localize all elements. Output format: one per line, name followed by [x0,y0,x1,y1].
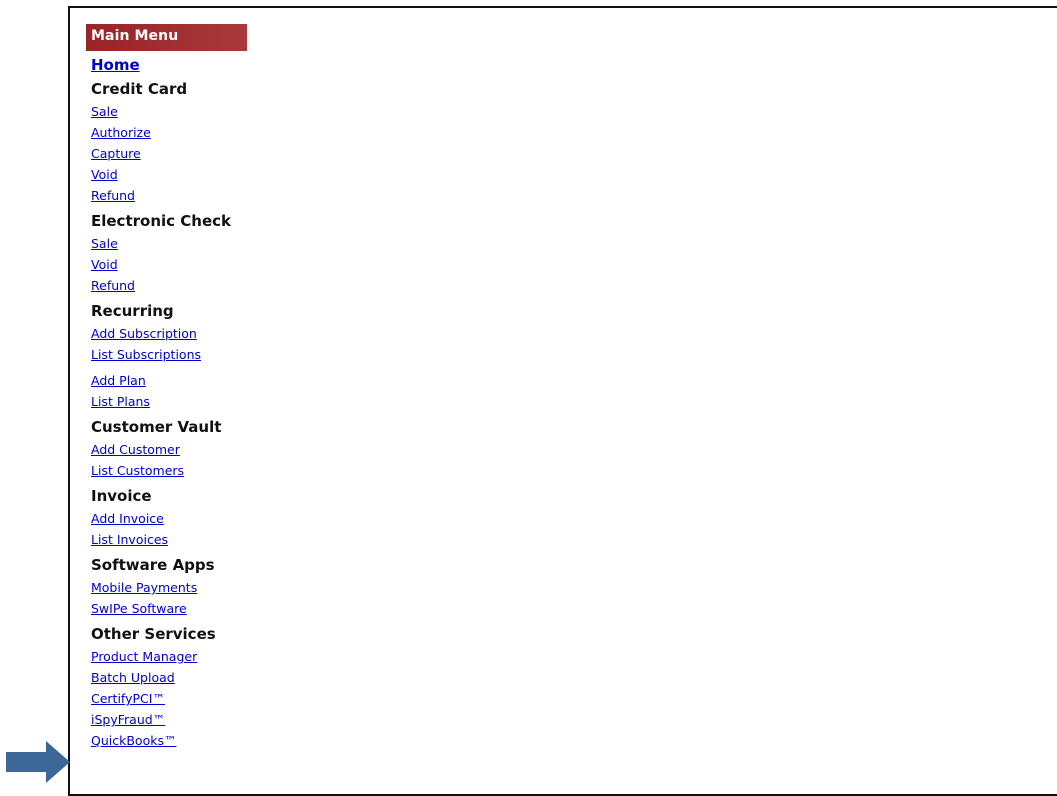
section-software-apps: Software Apps Mobile Payments SwIPe Soft… [91,556,256,619]
list-plans-link[interactable]: List Plans [91,391,256,412]
add-customer-link[interactable]: Add Customer [91,439,256,460]
credit-card-void-link[interactable]: Void [91,164,256,185]
add-invoice-link[interactable]: Add Invoice [91,508,256,529]
section-customer-vault: Customer Vault Add Customer List Custome… [91,418,256,481]
echeck-void-link[interactable]: Void [91,254,256,275]
main-menu: Main Menu Home Credit Card Sale Authoriz… [86,24,256,751]
quickbooks-link[interactable]: QuickBooks™ [91,730,256,751]
section-title: Invoice [91,487,152,505]
credit-card-refund-link[interactable]: Refund [91,185,256,206]
product-manager-link[interactable]: Product Manager [91,646,256,667]
swipe-software-link[interactable]: SwIPe Software [91,598,256,619]
list-invoices-link[interactable]: List Invoices [91,529,256,550]
add-plan-link[interactable]: Add Plan [91,370,256,391]
ispyfraud-link[interactable]: iSpyFraud™ [91,709,256,730]
list-customers-link[interactable]: List Customers [91,460,256,481]
credit-card-capture-link[interactable]: Capture [91,143,256,164]
certifypci-link[interactable]: CertifyPCI™ [91,688,256,709]
section-electronic-check: Electronic Check Sale Void Refund [91,212,256,296]
section-title: Software Apps [91,556,215,574]
echeck-sale-link[interactable]: Sale [91,233,256,254]
section-title: Other Services [91,625,216,643]
section-other-services: Other Services Product Manager Batch Upl… [91,625,256,751]
section-invoice: Invoice Add Invoice List Invoices [91,487,256,550]
section-credit-card: Credit Card Sale Authorize Capture Void … [91,80,256,206]
credit-card-authorize-link[interactable]: Authorize [91,122,256,143]
add-subscription-link[interactable]: Add Subscription [91,323,256,344]
echeck-refund-link[interactable]: Refund [91,275,256,296]
batch-upload-link[interactable]: Batch Upload [91,667,256,688]
section-title: Customer Vault [91,418,222,436]
section-title: Recurring [91,302,174,320]
list-subscriptions-link[interactable]: List Subscriptions [91,344,256,365]
section-title: Electronic Check [91,212,231,230]
main-menu-header: Main Menu [86,24,247,51]
section-recurring: Recurring Add Subscription List Subscrip… [91,302,256,412]
mobile-payments-link[interactable]: Mobile Payments [91,577,256,598]
right-arrow-icon [6,741,70,783]
home-link[interactable]: Home [91,56,256,74]
section-title: Credit Card [91,80,188,98]
credit-card-sale-link[interactable]: Sale [91,101,256,122]
